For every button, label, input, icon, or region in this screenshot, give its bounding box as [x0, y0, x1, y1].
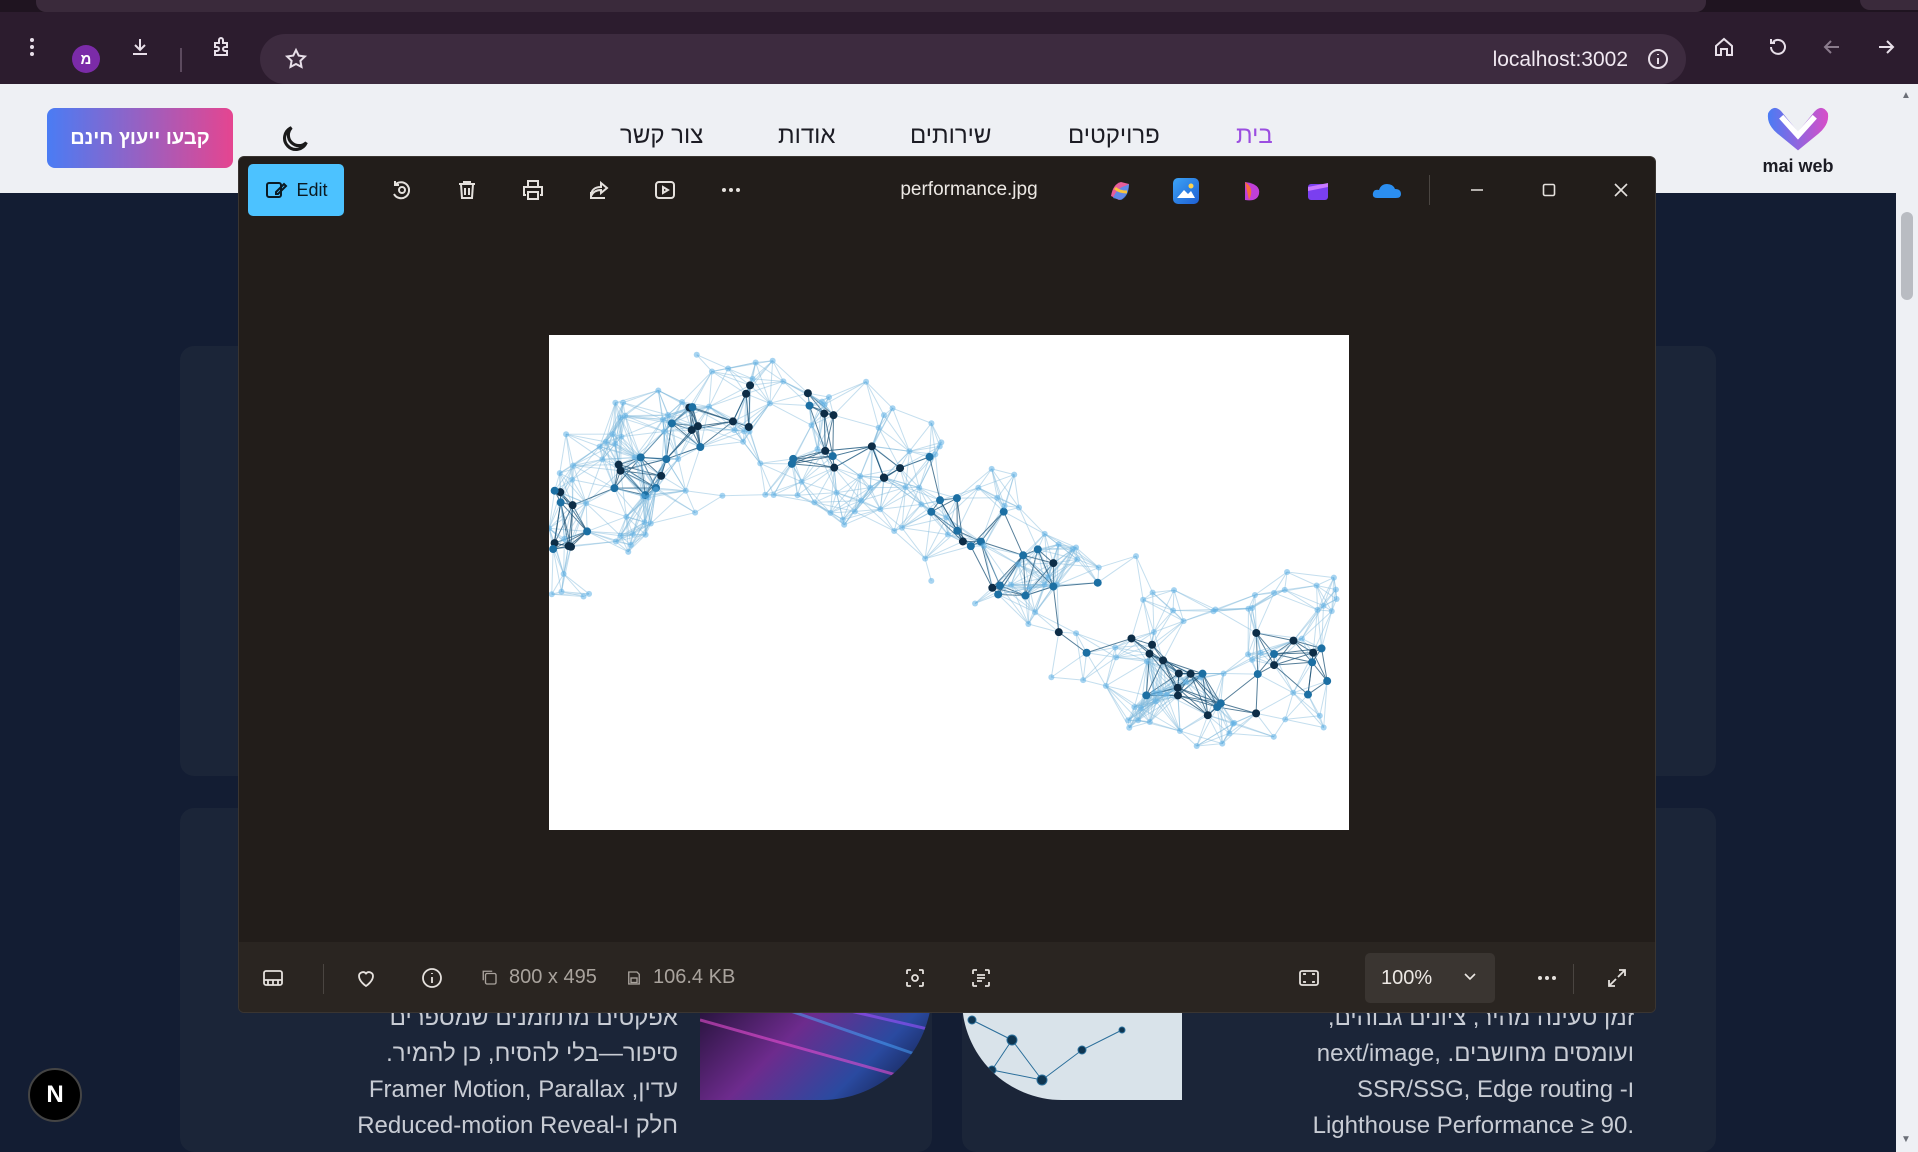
nextjs-dev-badge[interactable]: N: [28, 1068, 82, 1122]
free-consultation-button[interactable]: קבעו ייעוץ חינם: [47, 108, 233, 168]
dimensions-text: 800 x 495: [509, 966, 597, 988]
slideshow-icon[interactable]: [645, 170, 685, 210]
edit-button[interactable]: Edit: [248, 164, 344, 216]
rotate-icon[interactable]: [381, 170, 421, 210]
photos-viewer-window: Edit performance.jpg 800 x 495 106.4 KB …: [238, 156, 1656, 1013]
text-line: .Lighthouse Performance ≥ 90: [1312, 1112, 1634, 1139]
back-arrow-icon[interactable]: [1814, 29, 1850, 65]
fullscreen-icon[interactable]: [1597, 958, 1637, 998]
text-line: חלק ו-Reduced-motion Reveal: [357, 1112, 678, 1139]
photos-app-icon[interactable]: [1173, 178, 1199, 204]
address-bar[interactable]: localhost:3002: [260, 34, 1686, 84]
image-dimensions: 800 x 495: [481, 966, 597, 989]
filmstrip-icon[interactable]: [253, 958, 293, 998]
page-scrollbar[interactable]: ▲ ▼: [1896, 84, 1918, 1152]
browser-toolbar: מ localhost:3002: [0, 12, 1918, 84]
dimensions-icon: [482, 970, 497, 985]
scroll-down-arrow-icon[interactable]: ▼: [1901, 1134, 1911, 1145]
browser-menu-icon[interactable]: [14, 29, 50, 65]
scan-text-icon[interactable]: [961, 958, 1001, 998]
visual-search-icon[interactable]: [895, 958, 935, 998]
maximize-icon[interactable]: [1525, 170, 1573, 210]
nav-contact[interactable]: צור קשר: [620, 122, 703, 150]
right-card-text: זמן טעינה מהיר, ציונים גבוהים, ועומסים מ…: [1230, 1000, 1634, 1144]
close-icon[interactable]: [1597, 170, 1645, 210]
url-text[interactable]: localhost:3002: [1493, 48, 1628, 72]
toolbar-separator: [1429, 175, 1430, 205]
bookmark-star-icon[interactable]: [278, 41, 314, 77]
reload-icon[interactable]: [1760, 29, 1796, 65]
minimize-icon[interactable]: [1453, 170, 1501, 210]
favorite-heart-icon[interactable]: [346, 958, 386, 998]
extensions-icon[interactable]: [204, 29, 240, 65]
text-line: סיפור—בלי להסיח, כן להמיר.: [386, 1040, 678, 1067]
browser-tab-strip: [0, 0, 1918, 12]
nav-about[interactable]: אודות: [778, 122, 835, 150]
zoom-level-dropdown[interactable]: 100%: [1365, 953, 1495, 1003]
fit-to-window-icon[interactable]: [1289, 958, 1329, 998]
site-info-icon[interactable]: [1640, 41, 1676, 77]
forward-arrow-icon[interactable]: [1868, 29, 1904, 65]
file-size-icon: [628, 970, 640, 985]
file-size: 106.4 KB: [625, 966, 735, 989]
toolbar-separator: [180, 48, 182, 72]
nav-home[interactable]: בית: [1236, 122, 1273, 150]
home-icon[interactable]: [1706, 29, 1742, 65]
onedrive-icon[interactable]: [1371, 178, 1403, 204]
logo-text: mai web: [1762, 156, 1834, 176]
edit-button-label: Edit: [296, 179, 328, 200]
nav-services[interactable]: שירותים: [910, 122, 991, 150]
network-graph-image: [549, 351, 1340, 749]
text-line: ועומסים מחושבים. ,next/image: [1316, 1040, 1634, 1067]
browser-tab[interactable]: [36, 0, 1706, 12]
scrollbar-thumb[interactable]: [1901, 212, 1913, 300]
more-options-icon[interactable]: [711, 170, 751, 210]
file-name: performance.jpg: [900, 179, 1038, 200]
left-card-text: אפקטים מתוזמנים שמספרים סיפור—בלי להסיח,…: [238, 1000, 678, 1144]
delete-icon[interactable]: [447, 170, 487, 210]
download-icon[interactable]: [122, 29, 158, 65]
designer-icon[interactable]: [1239, 178, 1265, 204]
photos-toolbar: Edit performance.jpg: [239, 157, 1655, 223]
file-size-text: 106.4 KB: [653, 966, 736, 988]
displayed-photo[interactable]: [549, 335, 1349, 830]
text-line: ו- SSR/SSG, Edge routing: [1356, 1076, 1634, 1103]
share-icon[interactable]: [579, 170, 619, 210]
browser-tab-edge: [1860, 0, 1918, 10]
photos-bottom-bar: 800 x 495 106.4 KB 100%: [239, 942, 1655, 1012]
chevron-down-icon: [1464, 973, 1476, 981]
nav-projects[interactable]: פרויקטים: [1068, 122, 1160, 150]
site-logo[interactable]: mai web: [1758, 100, 1838, 180]
profile-avatar[interactable]: מ: [72, 45, 100, 73]
zoom-level-text: 100%: [1381, 966, 1433, 989]
info-icon[interactable]: [412, 958, 452, 998]
bottom-separator: [323, 964, 324, 994]
more-options-icon[interactable]: [1527, 958, 1567, 998]
clipchamp-icon[interactable]: [1305, 178, 1331, 204]
scroll-up-arrow-icon[interactable]: ▲: [1901, 90, 1911, 101]
text-line: עדין, Framer Motion, Parallax: [368, 1076, 678, 1103]
print-icon[interactable]: [513, 170, 553, 210]
copilot-icon[interactable]: [1107, 178, 1133, 204]
dark-mode-moon-icon[interactable]: [278, 122, 312, 156]
bottom-separator: [1573, 964, 1574, 994]
